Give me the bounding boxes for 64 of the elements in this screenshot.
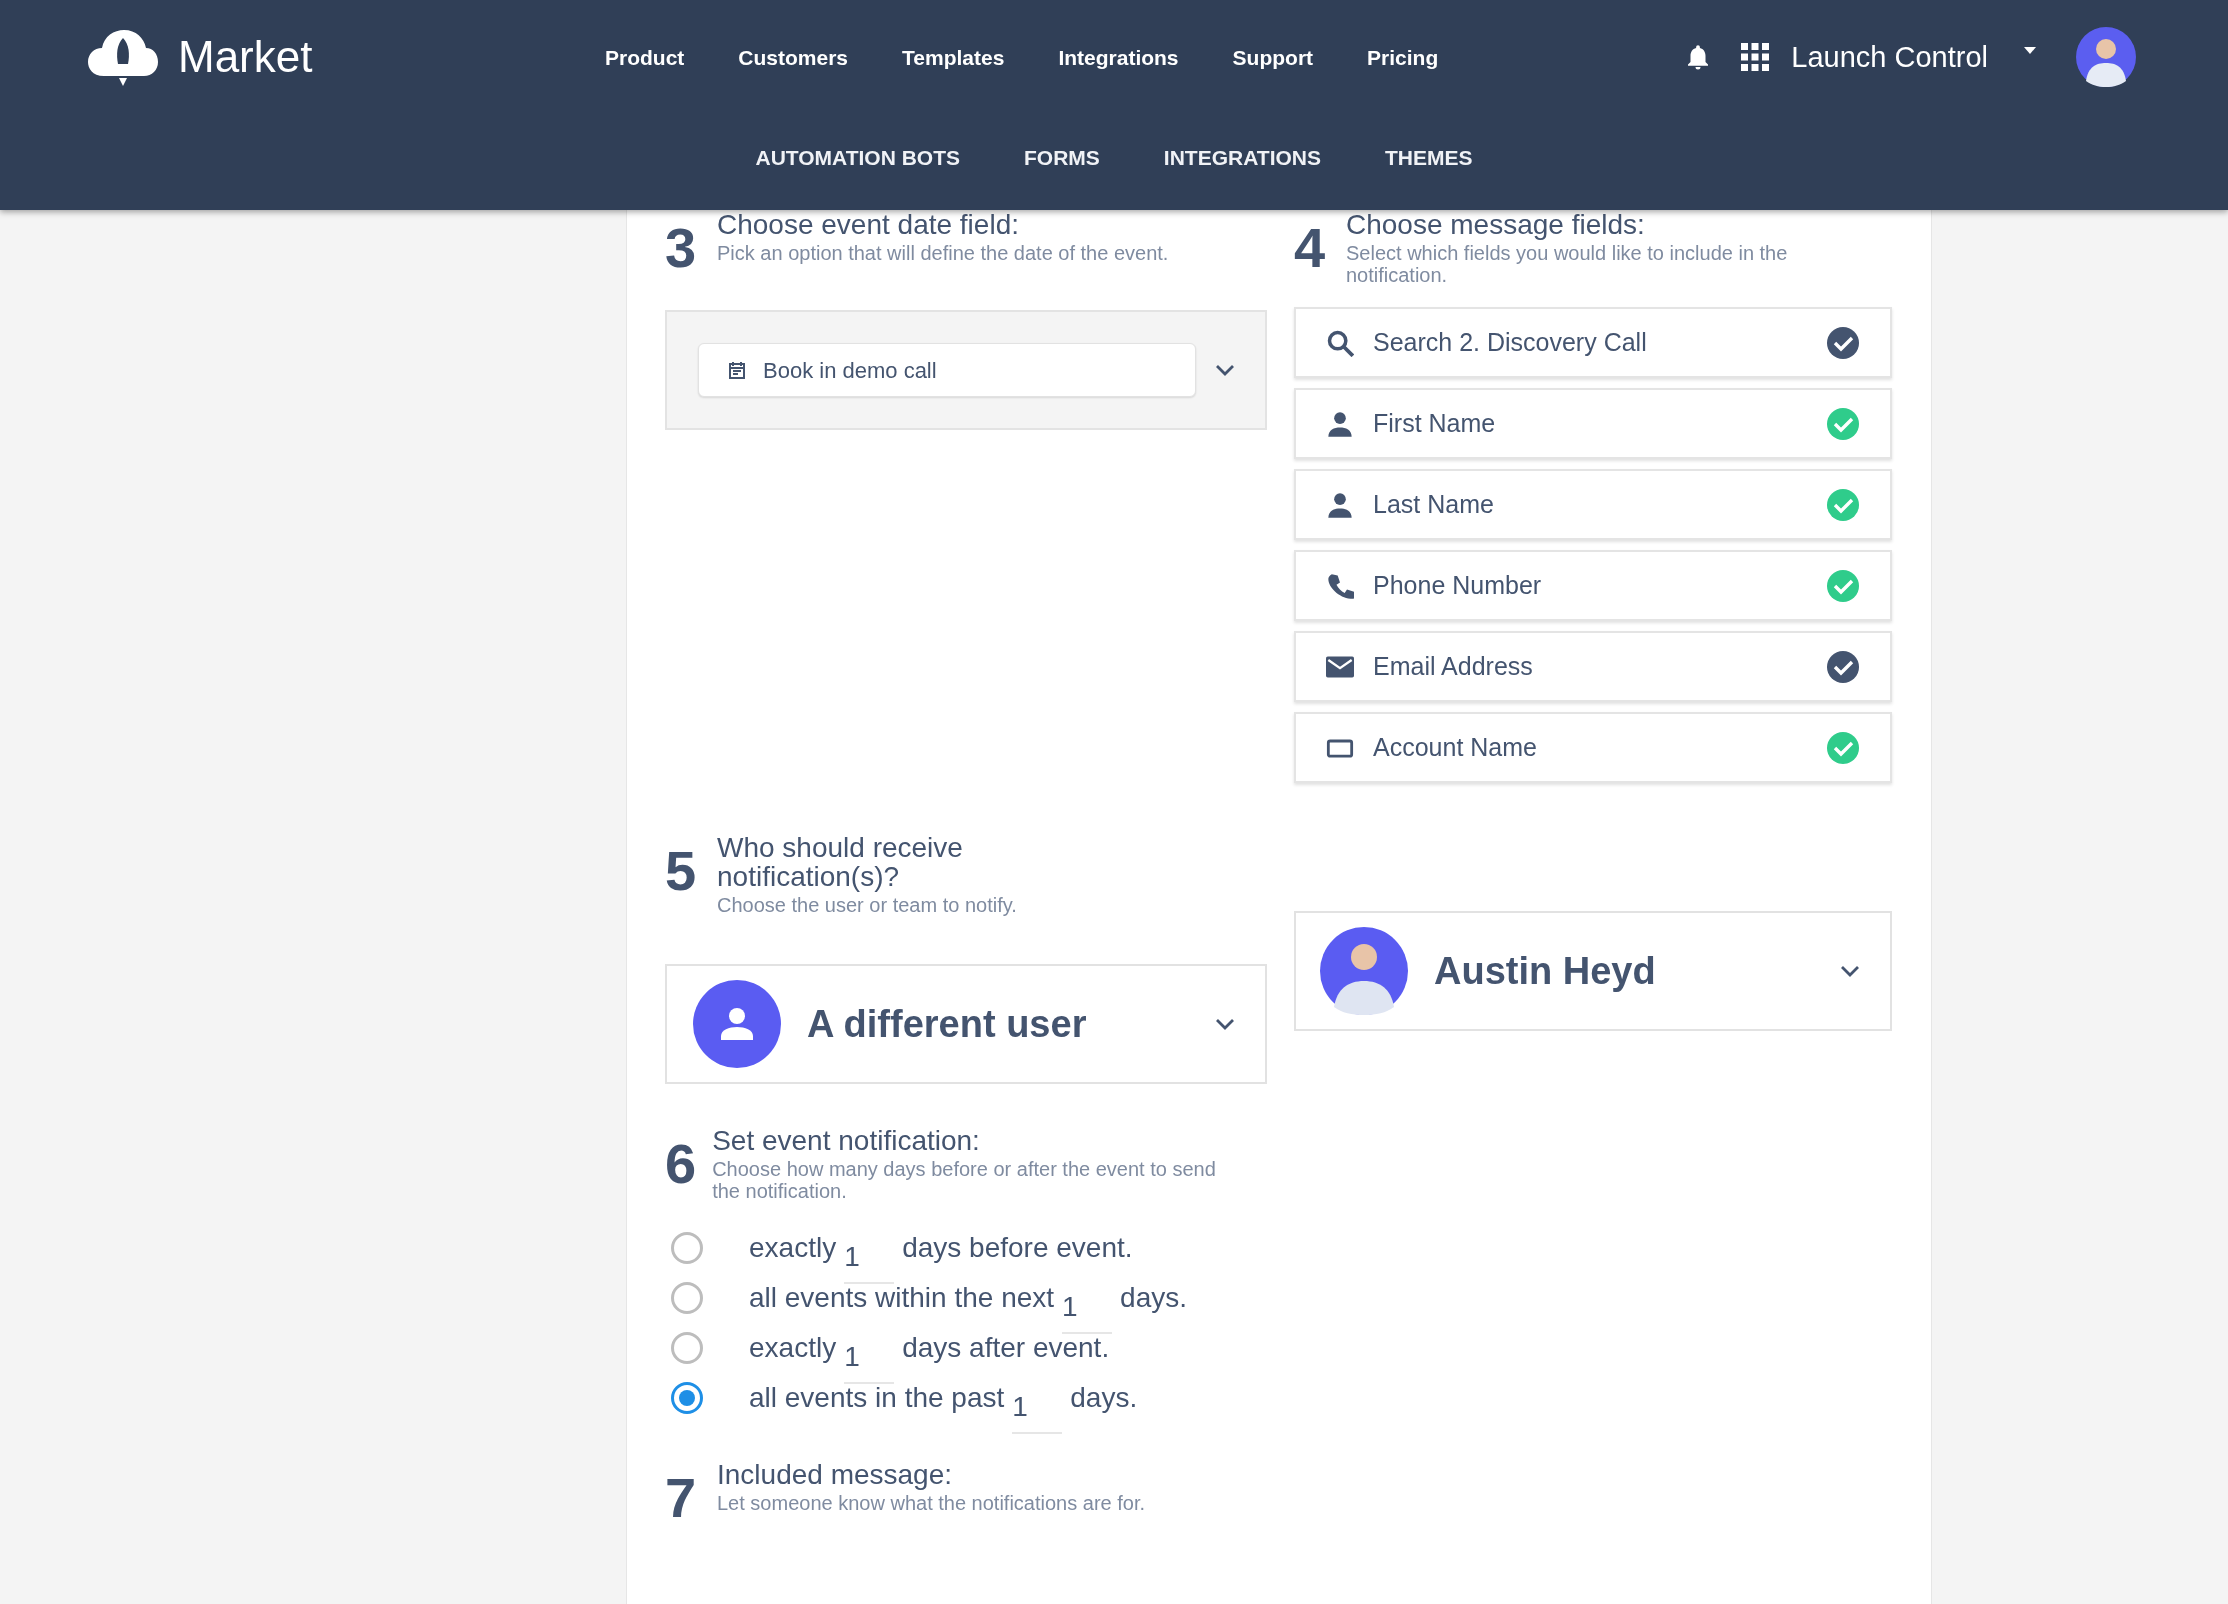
step-title: Choose message fields: — [1346, 210, 1646, 239]
recipient-type-select[interactable]: A different user — [665, 964, 1267, 1084]
option-text: days. — [1070, 1381, 1138, 1415]
subnav-link[interactable]: INTEGRATIONS — [1163, 147, 1321, 168]
nav-link[interactable]: Support — [1232, 46, 1314, 68]
subnav-link[interactable]: FORMS — [1024, 147, 1100, 168]
days-input[interactable]: 1 — [844, 1226, 895, 1284]
nav-link[interactable]: Customers — [738, 46, 849, 68]
step-title: Included message: — [717, 1460, 954, 1489]
radio-button[interactable] — [671, 1282, 703, 1314]
chevron-down-icon — [1215, 364, 1235, 376]
chevron-down-icon — [1840, 965, 1860, 977]
days-input[interactable]: 1 — [1012, 1376, 1063, 1434]
phone-icon — [1326, 571, 1354, 600]
search-icon — [1326, 328, 1354, 357]
step-number: 7 — [665, 1465, 698, 1526]
step-subtitle: Let someone know what the notifications are for. — [717, 1491, 1147, 1514]
step-number: 5 — [665, 838, 698, 899]
message-field-row[interactable]: Account Name — [1294, 712, 1892, 783]
step-subtitle: Select which fields you would like to include in the notification. — [1346, 241, 1789, 286]
user-icon — [693, 980, 781, 1068]
caret-icon[interactable] — [2024, 46, 2036, 54]
step-title: Set event notification: — [712, 1126, 981, 1155]
radio-button[interactable] — [671, 1332, 703, 1364]
calendar-icon — [727, 360, 747, 380]
days-input[interactable]: 1 — [844, 1326, 895, 1384]
step-title: Choose event date field: — [717, 210, 1020, 239]
step-subtitle: Choose the user or team to notify. — [717, 893, 1017, 916]
step-subtitle: Choose how many days before or after the event to send the notification. — [712, 1157, 1217, 1202]
days-input[interactable]: 1 — [1062, 1276, 1113, 1334]
message-field-row[interactable]: Last Name — [1294, 469, 1892, 540]
person-icon — [1326, 409, 1354, 438]
radio-button[interactable] — [671, 1382, 703, 1414]
message-field-row[interactable]: Search 2. Discovery Call — [1294, 307, 1892, 378]
nav-link[interactable]: Integrations — [1058, 46, 1179, 68]
nav-link[interactable]: Pricing — [1367, 46, 1439, 68]
radio-button[interactable] — [671, 1232, 703, 1264]
option-text: exactly — [749, 1231, 837, 1265]
user-select[interactable]: Austin Heyd — [1294, 911, 1892, 1031]
subnav-link[interactable]: THEMES — [1385, 147, 1473, 168]
nav-link[interactable]: Product — [605, 46, 685, 68]
step-number: 4 — [1294, 215, 1327, 276]
step-number: 3 — [665, 215, 698, 276]
message-field-row[interactable]: First Name — [1294, 388, 1892, 459]
option-text: days. — [1120, 1281, 1187, 1315]
step-number: 6 — [665, 1131, 697, 1192]
subnav-link[interactable]: AUTOMATION BOTS — [755, 147, 961, 168]
person-icon — [1326, 490, 1354, 519]
nav-link[interactable]: Templates — [902, 46, 1005, 68]
date-field-select[interactable]: Book in demo call — [698, 343, 1196, 397]
chevron-down-icon — [1215, 1018, 1235, 1030]
apps-grid-icon[interactable] — [1741, 43, 1770, 71]
message-field-row[interactable]: Email Address — [1294, 631, 1892, 702]
message-field-row[interactable]: Phone Number — [1294, 550, 1892, 621]
option-text: days before event. — [902, 1231, 1133, 1265]
step-title: Who should receive notification(s)? — [717, 833, 964, 891]
user-avatar[interactable] — [2076, 27, 2136, 87]
option-text: all events in the past — [749, 1381, 1005, 1415]
option-text: all events within the next — [749, 1281, 1055, 1315]
option-text: days after event. — [902, 1331, 1110, 1365]
option-text: exactly — [749, 1331, 837, 1365]
step-subtitle: Pick an option that will define the date of the event. — [717, 241, 1169, 264]
logo-text: Market — [178, 35, 313, 79]
account-name[interactable]: Launch Control — [1791, 42, 1988, 72]
